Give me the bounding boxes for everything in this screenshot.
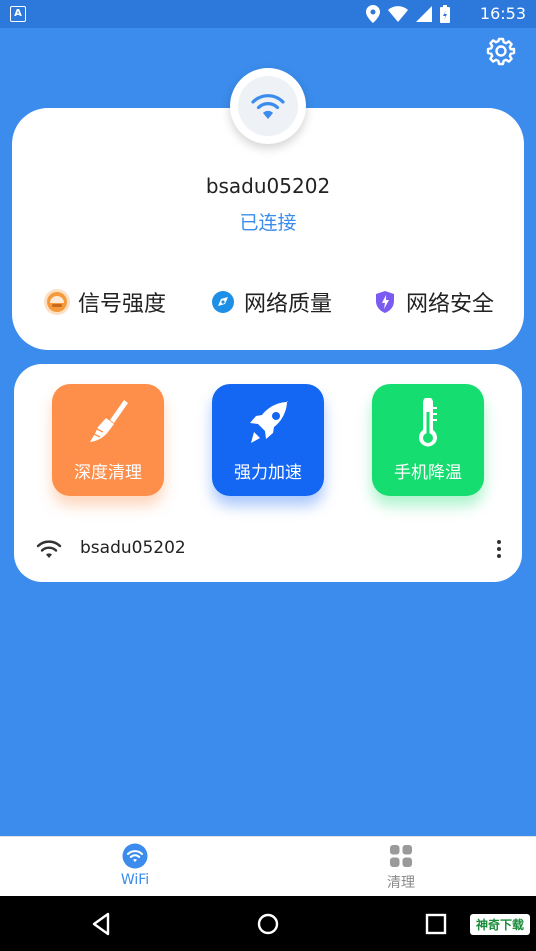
tool-label: 强力加速 [234,463,302,483]
tab-clean[interactable]: 清理 [341,843,461,893]
recents-icon[interactable] [422,910,450,938]
network-quality-icon [210,289,236,315]
main-area: bsadu05202 已连接 信号强度 网络质量 网络安全 深度清理 强力加速 … [0,28,536,836]
wifi-icon [122,843,148,869]
cell-signal-icon [416,6,432,22]
grid-icon [388,843,414,869]
wifi-badge-inner [238,76,298,136]
home-icon[interactable] [254,910,282,938]
tab-label: 清理 [387,875,415,891]
wifi-icon [36,540,62,558]
deep-clean-button[interactable]: 深度清理 [52,384,164,496]
network-list-item[interactable]: bsadu05202 [14,534,522,564]
thermometer-icon [372,398,484,450]
status-icons [366,5,450,23]
tools-card: 深度清理 强力加速 手机降温 bsadu05202 [14,364,522,582]
signal-strength-icon [44,289,70,315]
broom-icon [52,398,164,450]
more-options-button[interactable] [488,536,510,562]
cool-down-button[interactable]: 手机降温 [372,384,484,496]
bottom-tab-bar: WiFi 清理 [0,836,536,896]
app-notification-icon: A [10,6,26,22]
network-security-icon [372,289,398,315]
status-time: 16:53 [479,4,526,23]
rocket-icon [212,398,324,450]
location-icon [366,5,380,23]
tab-wifi[interactable]: WiFi [75,843,195,893]
network-name: bsadu05202 [80,538,186,558]
feature-label: 网络安全 [406,292,495,317]
feature-network-quality[interactable]: 网络质量 [210,286,332,318]
more-dot [497,554,501,558]
status-bar: A 16:53 [0,0,536,28]
boost-button[interactable]: 强力加速 [212,384,324,496]
connected-ssid: bsadu05202 [205,174,331,198]
feature-label: 信号强度 [78,292,167,317]
connection-status: 已连接 [239,212,297,234]
feature-network-security[interactable]: 网络安全 [372,286,494,318]
more-dot [497,540,501,544]
feature-signal-strength[interactable]: 信号强度 [44,286,166,318]
tab-label: WiFi [120,872,150,888]
connection-card: bsadu05202 已连接 信号强度 网络质量 网络安全 [12,108,524,350]
watermark-logo: 神奇下载 [469,914,530,935]
settings-button[interactable] [486,36,516,66]
navigation-bar: 神奇下载 [0,896,536,951]
wifi-status-icon [388,6,408,22]
wifi-icon [251,94,285,119]
tool-label: 手机降温 [394,463,462,483]
back-icon[interactable] [88,910,116,938]
tool-label: 深度清理 [74,463,142,483]
battery-icon [440,5,450,23]
wifi-badge [230,68,306,144]
more-dot [497,547,501,551]
feature-label: 网络质量 [244,292,333,317]
gear-icon [486,37,516,66]
